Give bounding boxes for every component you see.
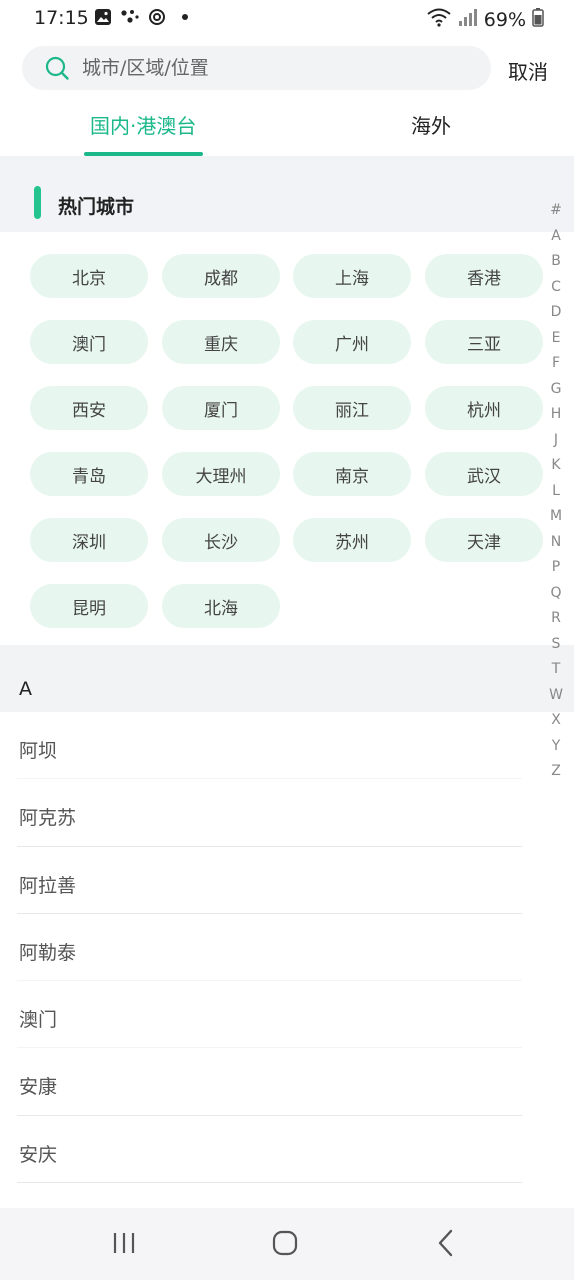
alpha-index-letter[interactable]: E	[546, 326, 566, 352]
signal-icon	[458, 7, 478, 32]
status-bar: 17:15 69%	[0, 0, 574, 38]
region-tabs: 国内·港澳台 海外	[0, 100, 574, 156]
hot-city-chip[interactable]: 成都	[162, 254, 280, 298]
list-item-label: 阿克苏	[19, 807, 77, 830]
alpha-index-letter[interactable]: K	[546, 453, 566, 479]
alpha-index-letter[interactable]: Z	[546, 759, 566, 785]
alpha-index-letter[interactable]: D	[546, 300, 566, 326]
hot-cities-grid: 北京 成都 上海 香港 澳门 重庆 广州 三亚 西安 厦门 丽江 杭州 青岛 大…	[0, 232, 574, 645]
alpha-index-letter[interactable]: F	[546, 351, 566, 377]
list-item[interactable]: 安庆	[0, 1116, 574, 1184]
alpha-index-letter[interactable]: Q	[546, 581, 566, 607]
hot-city-chip[interactable]: 北京	[30, 254, 148, 298]
hot-city-chip[interactable]: 长沙	[162, 518, 280, 562]
hot-city-chip[interactable]: 武汉	[425, 452, 543, 496]
hot-city-chip[interactable]: 广州	[293, 320, 411, 364]
list-item-label: 安康	[19, 1076, 58, 1099]
section-letter: A	[19, 678, 32, 700]
alpha-index-letter[interactable]: #	[546, 198, 566, 224]
gallery-icon	[94, 8, 112, 30]
list-item-label: 阿勒泰	[19, 941, 77, 964]
list-item[interactable]: 阿勒泰	[0, 914, 574, 982]
list-item-label: 澳门	[19, 1009, 58, 1032]
status-time: 17:15	[34, 7, 89, 29]
hot-city-chip[interactable]: 厦门	[162, 386, 280, 430]
back-button[interactable]	[426, 1228, 466, 1262]
hot-city-chip[interactable]: 天津	[425, 518, 543, 562]
hot-city-chip[interactable]: 青岛	[30, 452, 148, 496]
tab-domestic[interactable]: 国内·港澳台	[90, 110, 196, 139]
list-item[interactable]: 阿拉善	[0, 847, 574, 914]
list-item-label: 安庆	[19, 1143, 58, 1166]
alphabet-index[interactable]: # A B C D E F G H J K L M N P Q R S T W …	[546, 198, 566, 785]
alpha-index-letter[interactable]: C	[546, 275, 566, 301]
hot-cities-title: 热门城市	[58, 196, 135, 218]
dot-icon	[174, 8, 192, 30]
hot-city-chip[interactable]: 三亚	[425, 320, 543, 364]
list-item-label: 阿坝	[19, 740, 58, 762]
alpha-index-letter[interactable]: P	[546, 555, 566, 581]
search-icon	[44, 55, 70, 81]
hot-city-chip[interactable]: 北海	[162, 584, 280, 628]
search-input[interactable]	[82, 46, 472, 90]
home-button[interactable]	[265, 1228, 305, 1262]
alpha-index-letter[interactable]: J	[546, 428, 566, 454]
back-icon	[436, 1229, 456, 1261]
alpha-index-letter[interactable]: Y	[546, 734, 566, 760]
list-item[interactable]: 安康	[0, 1048, 574, 1116]
dots-icon	[120, 8, 140, 30]
status-notification-icons	[94, 9, 192, 29]
alpha-index-letter[interactable]: S	[546, 632, 566, 658]
search-box[interactable]	[22, 46, 491, 90]
alpha-index-letter[interactable]: A	[546, 224, 566, 250]
recent-apps-button[interactable]	[104, 1228, 144, 1262]
hot-city-chip[interactable]: 丽江	[293, 386, 411, 430]
alpha-index-letter[interactable]: L	[546, 479, 566, 505]
city-picker-screen: 17:15 69% 城市/区域/位置 取消 国内·港澳台 海外 热门城市 北京 …	[0, 0, 574, 1280]
search-row: 取消	[0, 46, 574, 92]
hot-city-chip[interactable]: 香港	[425, 254, 543, 298]
system-nav-bar	[0, 1208, 574, 1280]
list-item[interactable]: 阿坝	[0, 712, 574, 780]
hot-city-chip[interactable]: 上海	[293, 254, 411, 298]
tab-overseas[interactable]: 海外	[411, 110, 451, 139]
wifi-icon	[426, 7, 452, 32]
hot-city-chip[interactable]: 杭州	[425, 386, 543, 430]
hot-city-chip[interactable]: 澳门	[30, 320, 148, 364]
battery-percent: 69%	[483, 8, 526, 31]
hot-city-chip[interactable]: 苏州	[293, 518, 411, 562]
home-icon	[272, 1230, 298, 1260]
section-accent-bar	[34, 186, 41, 219]
list-item[interactable]: 阿克苏	[0, 779, 574, 847]
battery-icon	[532, 7, 544, 32]
hot-cities-header: 热门城市	[0, 156, 574, 232]
status-system-icons: 69%	[426, 7, 544, 32]
hot-city-chip[interactable]: 深圳	[30, 518, 148, 562]
hot-city-chip[interactable]: 大理州	[162, 452, 280, 496]
list-divider	[17, 1182, 522, 1184]
cancel-button[interactable]: 取消	[508, 56, 548, 85]
hot-city-chip[interactable]: 重庆	[162, 320, 280, 364]
sync-icon	[148, 8, 166, 30]
alpha-index-letter[interactable]: H	[546, 402, 566, 428]
city-list: 阿坝 阿克苏 阿拉善 阿勒泰 澳门 安康 安庆	[0, 712, 574, 1184]
hot-city-chip[interactable]: 南京	[293, 452, 411, 496]
alpha-index-letter[interactable]: W	[546, 683, 566, 709]
list-item-label: 阿拉善	[19, 874, 77, 897]
list-item[interactable]: 澳门	[0, 981, 574, 1049]
alpha-index-letter[interactable]: N	[546, 530, 566, 556]
alpha-index-letter[interactable]: T	[546, 657, 566, 683]
hot-city-chip[interactable]: 西安	[30, 386, 148, 430]
alpha-index-letter[interactable]: R	[546, 606, 566, 632]
alpha-index-letter[interactable]: G	[546, 377, 566, 403]
letter-section-header: A	[0, 645, 574, 712]
alpha-index-letter[interactable]: X	[546, 708, 566, 734]
alpha-index-letter[interactable]: B	[546, 249, 566, 275]
hot-city-chip[interactable]: 昆明	[30, 584, 148, 628]
alpha-index-letter[interactable]: M	[546, 504, 566, 530]
recent-apps-icon	[111, 1231, 137, 1259]
